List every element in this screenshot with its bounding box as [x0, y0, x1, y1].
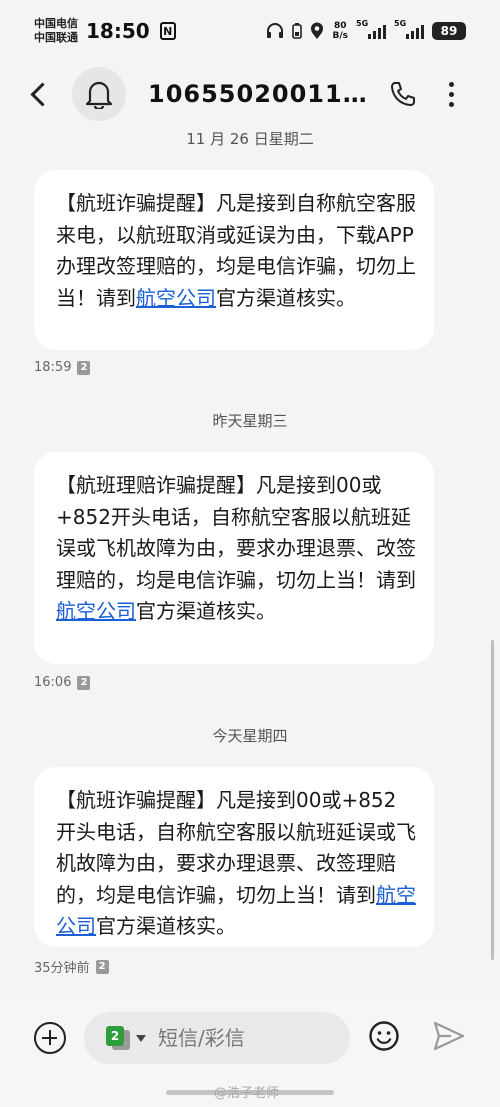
emoji-icon[interactable] [368, 1020, 400, 1052]
avatar[interactable] [72, 67, 126, 121]
chevron-down-icon [136, 1034, 146, 1042]
compose-field[interactable]: 1 2 [84, 1012, 350, 1064]
send-icon[interactable] [432, 1020, 466, 1052]
message-text-end: 官方渠道核实。 [216, 285, 356, 310]
more-options-icon[interactable] [446, 81, 456, 107]
signal-2-label: 5G [394, 19, 407, 28]
message-bubble[interactable]: 【航班诈骗提醒】凡是接到自称航空客服来电，以航班取消或延误为由，下载APP办理改… [34, 170, 434, 350]
net-speed-unit: B/s [332, 31, 348, 41]
message-bubble[interactable]: 【航班理赔诈骗提醒】凡是接到00或+852开头电话，自称航空客服以航班延误或飞机… [34, 452, 434, 664]
message-time: 18:59 [34, 360, 72, 375]
message-text-end: 官方渠道核实。 [96, 914, 236, 938]
sim-card-icon: 2 [95, 959, 109, 974]
net-speed: 80 B/s [332, 21, 348, 41]
date-divider: 昨天星期三 [212, 412, 288, 430]
message-link[interactable]: 航空公司 [136, 286, 216, 310]
battery-icon: 89 [432, 22, 466, 40]
conversation-header: 106550200110... [0, 62, 500, 126]
message-text: 【航班理赔诈骗提醒】凡是接到00或+852开头电话，自称航空客服以航班延误或飞机… [56, 473, 416, 592]
message-meta: 16:06 2 [34, 675, 91, 690]
carrier-2: 中国联通 [34, 31, 78, 44]
back-arrow-icon[interactable] [24, 74, 56, 114]
signal-1-icon: 5G [356, 19, 386, 39]
status-bar: 中国电信 中国联通 18:50 N 80 B/s 5G 5G 89 [0, 0, 500, 62]
phone-icon[interactable] [388, 79, 418, 109]
carrier-1: 中国电信 [34, 17, 78, 30]
signal-1-label: 5G [356, 19, 369, 28]
status-time: 18:50 [86, 19, 150, 43]
message-text-end: 官方渠道核实。 [136, 599, 276, 623]
message-time: 16:06 [34, 675, 72, 690]
watermark: @浩子老师 [214, 1086, 280, 1101]
add-attachment-icon[interactable] [34, 1022, 66, 1054]
scrollbar[interactable] [491, 640, 494, 960]
sim-selector[interactable]: 1 2 [106, 1026, 146, 1050]
headphones-icon [267, 23, 284, 38]
message-bubble[interactable]: 【航班诈骗提醒】凡是接到00或+852开头电话，自称航空客服以航班延误或飞机故障… [34, 767, 434, 947]
message-time: 35分钟前 [34, 961, 90, 976]
date-divider: 今天星期四 [212, 727, 288, 745]
location-icon [311, 22, 324, 39]
sim-card-icon: 2 [77, 675, 91, 690]
contact-number: 106550200110... [148, 80, 368, 108]
signal-2-icon: 5G [394, 19, 424, 39]
message-meta: 35分钟前 2 [34, 957, 109, 976]
message-text: 【航班诈骗提醒】凡是接到00或+852开头电话，自称航空客服以航班延误或飞机故障… [56, 788, 416, 907]
message-input[interactable] [158, 1026, 318, 1050]
message-link[interactable]: 航空公司 [56, 599, 136, 623]
sim-front-icon: 2 [106, 1026, 124, 1046]
bell-icon [85, 81, 113, 109]
compose-bar: 1 2 @浩子老师 [0, 998, 500, 1107]
message-meta: 18:59 2 [34, 360, 91, 375]
sim-card-icon: 2 [77, 360, 91, 375]
date-divider: 11 月 26 日星期二 [186, 130, 314, 148]
battery-saver-icon [292, 23, 303, 39]
net-speed-value: 80 [333, 21, 347, 31]
carrier-names: 中国电信 中国联通 [34, 17, 78, 45]
nfc-icon: N [159, 22, 176, 40]
